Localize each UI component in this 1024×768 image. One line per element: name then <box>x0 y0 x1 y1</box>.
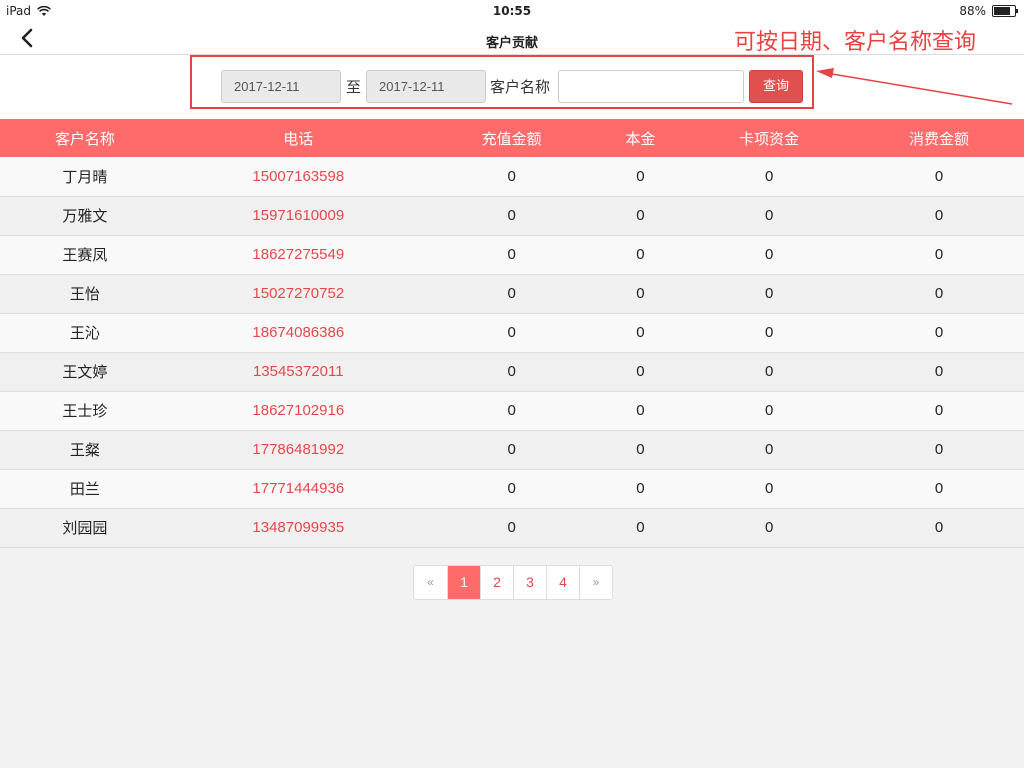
consumption-amount-cell: 0 <box>934 285 944 302</box>
customer-name-cell: 王怡 <box>69 285 100 303</box>
card-funds-cell: 0 <box>764 441 774 458</box>
card-funds-cell: 0 <box>764 519 774 536</box>
principal-cell: 0 <box>636 207 645 224</box>
consumption-amount-cell: 0 <box>934 363 944 380</box>
customer-name-input[interactable] <box>558 70 744 103</box>
customer-name-cell: 刘园园 <box>62 519 108 537</box>
battery-percent: 88% <box>959 4 986 18</box>
principal-cell: 0 <box>636 402 645 419</box>
table-row[interactable]: 田兰 17771444936 0 0 0 0 <box>0 469 1024 508</box>
principal-cell: 0 <box>636 441 645 458</box>
card-funds-cell: 0 <box>764 285 774 302</box>
card-funds-cell: 0 <box>764 246 774 263</box>
phone-cell[interactable]: 18627275549 <box>170 235 427 274</box>
table-body: 丁月晴 15007163598 0 0 0 0 万雅文 15971610009 0 0 0 0 王赛凤 1… <box>0 157 1024 547</box>
start-date-input[interactable]: 2017-12-11 <box>221 70 341 103</box>
header-recharge-amount: 充值金额 <box>481 129 542 148</box>
recharge-amount-cell: 0 <box>507 402 516 419</box>
table-row[interactable]: 刘园园 13487099935 0 0 0 0 <box>0 508 1024 547</box>
card-funds-cell: 0 <box>764 324 774 341</box>
customer-name-cell: 王粲 <box>69 441 100 459</box>
table-row[interactable]: 王赛凤 18627275549 0 0 0 0 <box>0 235 1024 274</box>
battery-fill <box>994 7 1010 15</box>
phone-cell[interactable]: 13545372011 <box>170 352 427 391</box>
card-funds-cell: 0 <box>764 207 774 224</box>
header-customer-name: 客户名称 <box>54 129 115 148</box>
customer-contribution-table: 客户名称 电话 充值金额 本金 卡项资金 消费金额 丁月晴 15007163598 0 0 0 0 万… <box>0 119 1024 548</box>
principal-cell: 0 <box>636 519 645 536</box>
consumption-amount-cell: 0 <box>934 167 944 185</box>
consumption-amount-cell: 0 <box>934 519 944 536</box>
date-range-separator: 至 <box>346 78 362 96</box>
recharge-amount-cell: 0 <box>507 441 516 458</box>
card-funds-cell: 0 <box>764 167 774 185</box>
table-row[interactable]: 万雅文 15971610009 0 0 0 0 <box>0 196 1024 235</box>
annotation-note: 可按日期、客户名称查询 <box>734 30 977 55</box>
principal-cell: 0 <box>636 480 645 497</box>
consumption-amount-cell: 0 <box>934 480 944 497</box>
table-header-row: 客户名称 电话 充值金额 本金 卡项资金 消费金额 <box>0 119 1024 157</box>
consumption-amount-cell: 0 <box>934 402 944 419</box>
customer-name-cell: 王沁 <box>69 324 100 342</box>
recharge-amount-cell: 0 <box>507 285 516 302</box>
phone-cell[interactable]: 15971610009 <box>170 196 427 235</box>
principal-cell: 0 <box>636 246 645 263</box>
principal-cell: 0 <box>636 324 645 341</box>
header-principal: 本金 <box>625 129 656 148</box>
recharge-amount-cell: 0 <box>507 519 516 536</box>
customer-name-cell: 万雅文 <box>62 207 108 225</box>
principal-cell: 0 <box>636 285 645 302</box>
query-button[interactable]: 查询 <box>749 70 803 103</box>
status-time: 10:55 <box>492 4 532 18</box>
status-bar: iPad 10:55 88% <box>0 0 1024 22</box>
customer-name-cell: 王文婷 <box>62 363 108 381</box>
phone-cell[interactable]: 17786481992 <box>170 430 427 469</box>
customer-name-label: 客户名称 <box>490 78 551 96</box>
recharge-amount-cell: 0 <box>507 167 516 185</box>
customer-name-cell: 王士珍 <box>62 402 108 420</box>
customer-name-cell: 田兰 <box>69 480 100 498</box>
phone-cell[interactable]: 15007163598 <box>170 157 427 196</box>
table-row[interactable]: 王沁 18674086386 0 0 0 0 <box>0 313 1024 352</box>
pagination-next-button[interactable]: » <box>579 566 612 599</box>
phone-cell[interactable]: 17771444936 <box>170 469 427 508</box>
header-consumption-amount: 消费金额 <box>909 129 970 148</box>
pagination-page-2[interactable]: 2 <box>480 566 513 599</box>
customer-name-cell: 王赛凤 <box>62 246 108 264</box>
card-funds-cell: 0 <box>764 480 774 497</box>
card-funds-cell: 0 <box>764 402 774 419</box>
recharge-amount-cell: 0 <box>507 324 516 341</box>
customer-name-cell: 丁月晴 <box>62 167 108 186</box>
pagination-page-1[interactable]: 1 <box>447 566 480 599</box>
consumption-amount-cell: 0 <box>934 441 944 458</box>
end-date-input[interactable]: 2017-12-11 <box>366 70 486 103</box>
recharge-amount-cell: 0 <box>507 207 516 224</box>
pagination-prev-button[interactable]: « <box>414 566 447 599</box>
principal-cell: 0 <box>636 363 645 380</box>
card-funds-cell: 0 <box>764 363 774 380</box>
table-row[interactable]: 王文婷 13545372011 0 0 0 0 <box>0 352 1024 391</box>
recharge-amount-cell: 0 <box>507 363 516 380</box>
phone-cell[interactable]: 15027270752 <box>170 274 427 313</box>
consumption-amount-cell: 0 <box>934 207 944 224</box>
pagination: «1 2 3 4» <box>413 565 613 600</box>
recharge-amount-cell: 0 <box>507 246 516 263</box>
table-row[interactable]: 丁月晴 15007163598 0 0 0 0 <box>0 157 1024 196</box>
phone-cell[interactable]: 18627102916 <box>170 391 427 430</box>
principal-cell: 0 <box>636 167 645 185</box>
recharge-amount-cell: 0 <box>507 480 516 497</box>
header-card-funds: 卡项资金 <box>739 129 800 148</box>
pagination-page-4[interactable]: 4 <box>546 566 579 599</box>
table-row[interactable]: 王粲 17786481992 0 0 0 0 <box>0 430 1024 469</box>
consumption-amount-cell: 0 <box>934 324 944 341</box>
table-row[interactable]: 王士珍 18627102916 0 0 0 0 <box>0 391 1024 430</box>
phone-cell[interactable]: 18674086386 <box>170 313 427 352</box>
battery-icon <box>992 5 1018 17</box>
phone-cell[interactable]: 13487099935 <box>170 508 427 547</box>
consumption-amount-cell: 0 <box>934 246 944 263</box>
table-row[interactable]: 王怡 15027270752 0 0 0 0 <box>0 274 1024 313</box>
header-phone: 电话 <box>283 129 314 148</box>
pagination-page-3[interactable]: 3 <box>513 566 546 599</box>
